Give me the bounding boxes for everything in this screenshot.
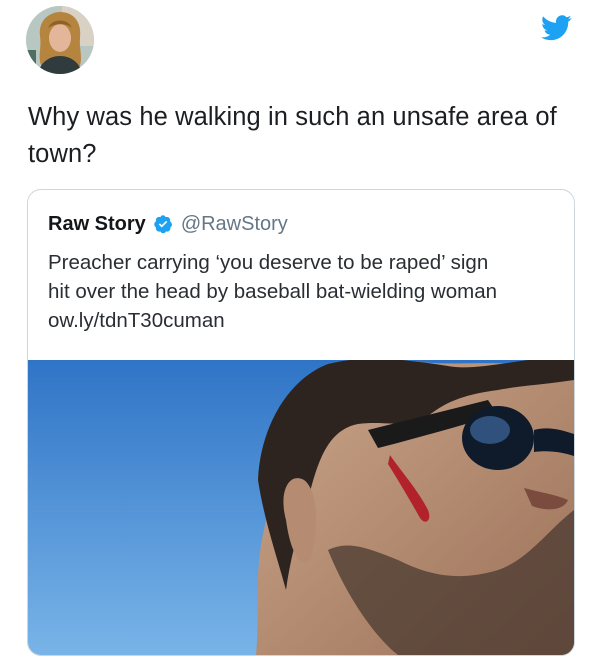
tweet-text: Why was he walking in such an unsafe are… xyxy=(28,99,576,173)
tweet-text-line: Why was he walking in such an unsafe are… xyxy=(28,103,557,131)
avatar-image xyxy=(26,6,94,74)
tweet-text-line: town? xyxy=(28,140,97,168)
quoted-tweet-link[interactable]: ow.ly/tdnT30cuman xyxy=(48,309,225,332)
verified-badge-icon xyxy=(153,214,173,234)
photo-man-with-sunglasses xyxy=(28,360,574,655)
quoted-text-line: Preacher carrying ‘you deserve to be rap… xyxy=(48,251,489,274)
quoted-tweet-header: Raw Story @RawStory xyxy=(48,210,288,238)
quoted-author-name[interactable]: Raw Story xyxy=(48,213,146,236)
tweet: Why was he walking in such an unsafe are… xyxy=(0,0,599,661)
avatar[interactable] xyxy=(26,6,94,74)
quoted-tweet-text: Preacher carrying ‘you deserve to be rap… xyxy=(48,248,563,335)
quoted-author-handle[interactable]: @RawStory xyxy=(181,213,288,236)
quoted-tweet-card[interactable]: Raw Story @RawStory Preacher carrying ‘y… xyxy=(27,189,575,656)
quoted-tweet-image[interactable] xyxy=(28,360,574,655)
twitter-bird-icon[interactable] xyxy=(541,15,572,41)
quoted-text-line: hit over the head by baseball bat-wieldi… xyxy=(48,280,497,303)
